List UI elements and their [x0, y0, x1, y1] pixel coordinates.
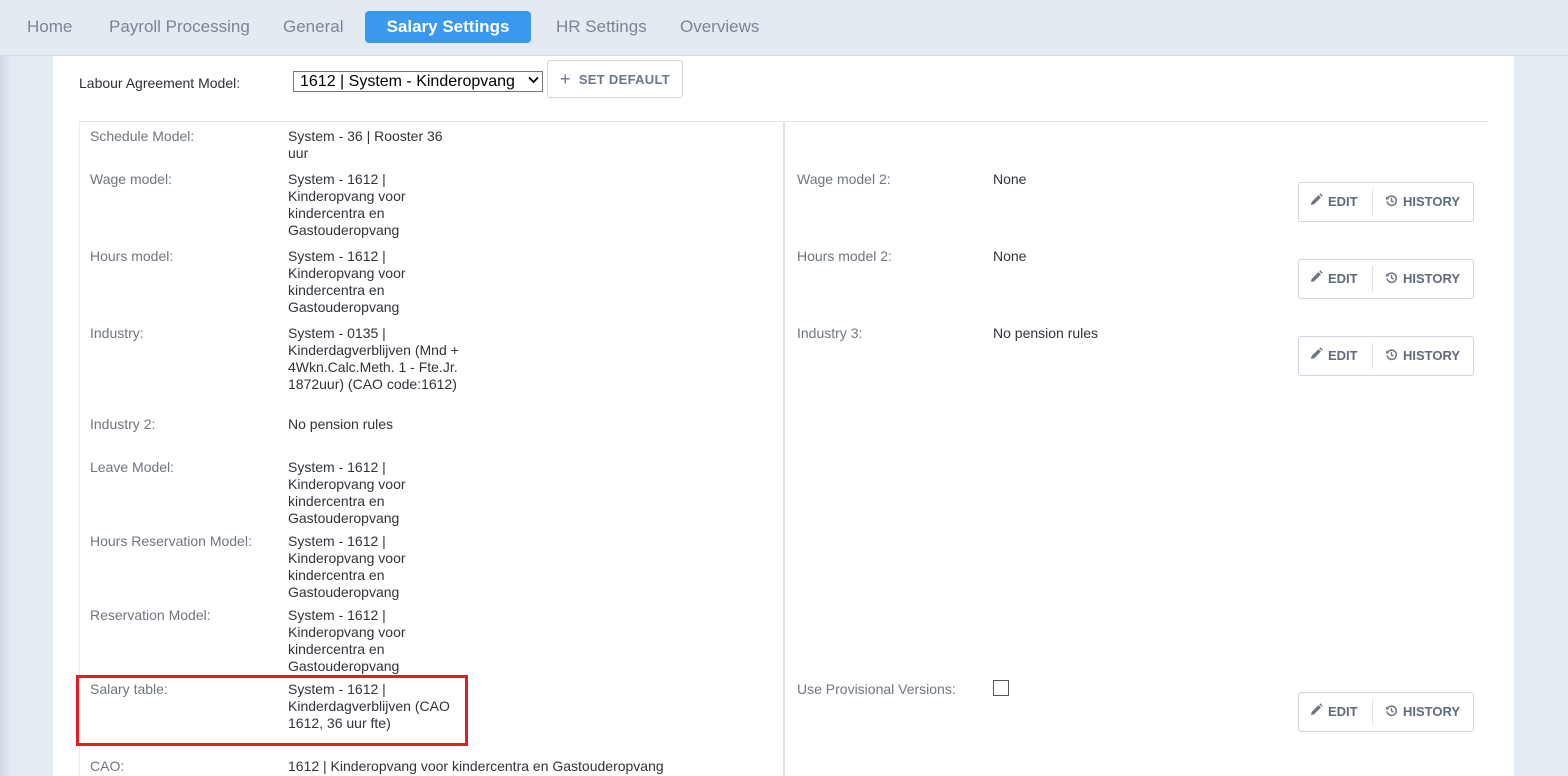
reservation-model-label: Reservation Model:	[90, 607, 211, 623]
history-button[interactable]: HISTORY	[1385, 337, 1460, 375]
labour-agreement-label: Labour Agreement Model:	[79, 75, 241, 91]
wage-model-2-value: None	[993, 171, 1027, 187]
edit-label: EDIT	[1328, 194, 1358, 209]
pencil-icon	[1311, 347, 1323, 359]
industry-3-value: No pension rules	[993, 325, 1099, 341]
leave-model-label: Leave Model:	[90, 459, 175, 475]
edit-button[interactable]: EDIT	[1309, 260, 1358, 298]
use-provisional-versions-actions: EDIT HISTORY	[1298, 692, 1474, 732]
reservation-model-value: System - 1612 | Kinderopvang voor kinder…	[288, 607, 406, 674]
history-label: HISTORY	[1403, 271, 1461, 286]
tab-hr-settings[interactable]: HR Settings	[556, 11, 647, 43]
history-label: HISTORY	[1403, 348, 1461, 363]
pencil-icon	[1311, 703, 1323, 715]
edit-label: EDIT	[1328, 704, 1358, 719]
left-border	[79, 122, 80, 776]
wage-model-label: Wage model:	[90, 171, 172, 187]
edit-button[interactable]: EDIT	[1309, 693, 1358, 731]
hours-reservation-model-value: System - 1612 | Kinderopvang voor kinder…	[288, 533, 406, 600]
top-navigation: Home Payroll Processing General Salary S…	[0, 0, 1568, 56]
history-label: HISTORY	[1403, 704, 1461, 719]
tab-general[interactable]: General	[283, 11, 343, 43]
history-icon	[1385, 272, 1398, 284]
industry-value: System - 0135 | Kinderdagverblijven (Mnd…	[288, 325, 459, 392]
button-separator	[1372, 189, 1373, 215]
button-separator	[1372, 343, 1373, 369]
industry-label: Industry:	[90, 325, 144, 341]
tab-home[interactable]: Home	[27, 11, 72, 43]
hours-reservation-model-label: Hours Reservation Model:	[90, 533, 252, 549]
background-shade	[0, 56, 12, 776]
history-icon	[1385, 705, 1398, 717]
use-provisional-versions-checkbox[interactable]	[993, 680, 1009, 696]
leave-model-value: System - 1612 | Kinderopvang voor kinder…	[288, 459, 406, 526]
history-label: HISTORY	[1403, 194, 1461, 209]
set-default-label: SET DEFAULT	[578, 72, 670, 87]
edit-label: EDIT	[1328, 348, 1358, 363]
schedule-model-label: Schedule Model:	[90, 128, 195, 144]
labour-agreement-select[interactable]: 1612 | System - Kinderopvang	[293, 71, 543, 92]
schedule-model-value: System - 36 | Rooster 36 uur	[288, 128, 443, 161]
history-icon	[1385, 195, 1398, 207]
pencil-icon	[1311, 193, 1323, 205]
hours-model-2-actions: EDIT HISTORY	[1298, 259, 1474, 299]
tab-salary-settings[interactable]: Salary Settings	[365, 11, 531, 43]
edit-button[interactable]: EDIT	[1309, 337, 1358, 375]
column-divider	[783, 122, 785, 776]
plus-icon: +	[560, 69, 571, 89]
hours-model-2-label: Hours model 2:	[797, 248, 892, 264]
industry-2-value: No pension rules	[288, 416, 394, 432]
chevron-down-icon	[524, 72, 542, 91]
hours-model-2-value: None	[993, 248, 1027, 264]
cao-label: CAO:	[90, 758, 125, 774]
wage-model-2-actions: EDIT HISTORY	[1298, 182, 1474, 222]
wage-model-value: System - 1612 | Kinderopvang voor kinder…	[288, 171, 406, 238]
history-button[interactable]: HISTORY	[1385, 693, 1460, 731]
salary-table-label: Salary table:	[90, 681, 168, 697]
button-separator	[1372, 266, 1373, 292]
history-button[interactable]: HISTORY	[1385, 183, 1460, 221]
wage-model-2-label: Wage model 2:	[797, 171, 891, 187]
salary-table-value: System - 1612 | Kinderdagverblijven (CAO…	[288, 681, 450, 731]
salary-settings-panel: Labour Agreement Model: 1612 | System - …	[53, 56, 1514, 776]
industry-2-label: Industry 2:	[90, 416, 156, 432]
cao-value: 1612 | Kinderopvang voor kindercentra en…	[288, 758, 664, 774]
industry-3-actions: EDIT HISTORY	[1298, 336, 1474, 376]
labour-agreement-selected-value: 1612 | System - Kinderopvang	[300, 73, 515, 90]
pencil-icon	[1311, 270, 1323, 282]
tab-payroll-processing[interactable]: Payroll Processing	[109, 11, 250, 43]
edit-button[interactable]: EDIT	[1309, 183, 1358, 221]
edit-label: EDIT	[1328, 271, 1358, 286]
history-icon	[1385, 349, 1398, 361]
industry-3-label: Industry 3:	[797, 325, 863, 341]
use-provisional-versions-label: Use Provisional Versions:	[797, 681, 956, 697]
tab-overviews[interactable]: Overviews	[680, 11, 759, 43]
set-default-button[interactable]: + SET DEFAULT	[547, 60, 683, 98]
hours-model-label: Hours model:	[90, 248, 174, 264]
hours-model-value: System - 1612 | Kinderopvang voor kinder…	[288, 248, 406, 315]
history-button[interactable]: HISTORY	[1385, 260, 1460, 298]
button-separator	[1372, 699, 1373, 725]
